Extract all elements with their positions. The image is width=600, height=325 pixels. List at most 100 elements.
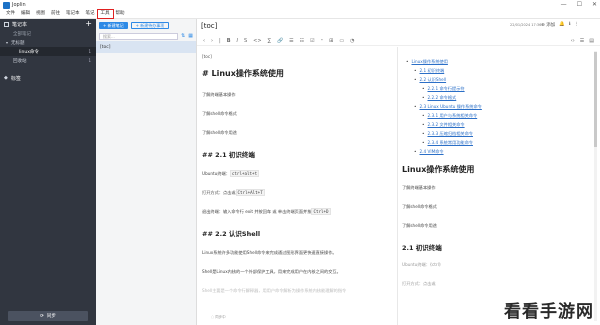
add-icon[interactable]: ⊕ 添加 (541, 22, 555, 28)
split-view-icon[interactable]: ☰ (580, 38, 584, 44)
inline-code: ctrl+alt+t (229, 170, 260, 177)
link-icon[interactable]: 🔗 (277, 38, 283, 44)
preview-paragraph: 了解shell命令格式 (402, 204, 437, 209)
calendar-icon[interactable]: ▦ (188, 33, 193, 39)
app-logo-icon (3, 1, 10, 9)
sort-icon[interactable]: ⇅ (181, 33, 185, 39)
code-icon[interactable]: <> (253, 38, 261, 44)
editor-tools: ⊕ 添加 🔔 ℹ ⋮ (541, 22, 579, 28)
menu-notebook[interactable]: 笔记本 (63, 10, 83, 18)
md-line: ## 2.1 初识终端 (202, 149, 397, 159)
md-line: 退出终端：输入命令行 exit 并按回车 或 单击终端页面并按 Ctrl+D (202, 208, 397, 215)
markdown-pane[interactable]: [toc] # Linux操作系统使用 了解终端基本操作 了解shell命令格式 了解… (197, 47, 397, 325)
preview-paragraph: 打开方式：点击或 (402, 281, 436, 286)
sidebar-item-linux[interactable]: linux命令 1 (0, 47, 96, 56)
preview-heading-1: Linux操作系统使用 (402, 165, 475, 174)
md-line: 了解shell命令用途 (202, 130, 397, 136)
sidebar-item-label: 回收站 (13, 58, 27, 64)
back-icon[interactable]: ‹ (203, 38, 205, 44)
title-bar: Joplin — ☐ ✕ (0, 0, 600, 10)
md-text: 了解终端基本操作 (202, 92, 236, 97)
note-count-badge: 1 (88, 58, 91, 63)
toc-link[interactable]: 2.4 VIM命令 (402, 147, 592, 156)
md-line: 了解shell命令格式 (202, 111, 397, 117)
bulleted-list-icon[interactable]: ☰ (289, 38, 293, 44)
menu-tools[interactable]: 工具 (96, 9, 114, 19)
sidebar-item-untitled[interactable]: ▾ 无标题 (0, 38, 96, 47)
new-todo-button[interactable]: + 新建待办事项 (130, 21, 170, 29)
math-icon[interactable]: ∑ (268, 38, 271, 44)
heading-icon[interactable]: ⁃ (321, 38, 324, 44)
more-icon[interactable]: ⋮ (575, 22, 580, 28)
new-note-label: 新建笔记 (107, 22, 124, 28)
maximize-icon[interactable]: ☐ (577, 1, 582, 8)
toc-link[interactable]: 2.1 初识终端 (402, 66, 592, 75)
sidebar-item-trash[interactable]: 回收站 1 (0, 56, 96, 65)
menu-go[interactable]: 前往 (48, 10, 63, 18)
toc-link[interactable]: 2.2.1 命令行提示符 (402, 84, 592, 93)
numbered-list-icon[interactable]: ☷ (300, 38, 304, 44)
menu-edit[interactable]: 编辑 (18, 10, 33, 18)
italic-icon[interactable]: I (237, 38, 238, 44)
toc-link[interactable]: 2.3.2 文件相关命令 (402, 120, 592, 129)
preview-paragraph: Ubuntu终端：《ctrl》 (402, 262, 443, 267)
minimize-icon[interactable]: — (561, 1, 567, 8)
app-title: Joplin (12, 2, 26, 8)
toc-link[interactable]: 2.3 Linux Ubuntu 操作系统命令 (402, 102, 592, 111)
inline-code: Ctrl+Alt+T (235, 189, 265, 196)
toc-link[interactable]: 2.2 认识Shell (402, 75, 592, 84)
md-line: # Linux操作系统使用 (202, 68, 397, 79)
new-todo-label: 新建待办事项 (140, 22, 165, 28)
horizontal-rule-icon[interactable]: ▭ (339, 38, 344, 44)
toc-link[interactable]: 2.3.3 压缩归档相关命令 (402, 129, 592, 138)
notebook-icon (4, 21, 9, 27)
toc-link[interactable]: 2.2.2 命令格式 (402, 93, 592, 102)
tags-header[interactable]: ◆ 标签 (0, 73, 96, 83)
sidebar-item-all-notes[interactable]: 全部笔记 (0, 29, 96, 38)
table-icon[interactable]: ⊞ (329, 38, 333, 44)
new-note-button[interactable]: + 新建笔记 (99, 21, 128, 29)
menu-view[interactable]: 视图 (33, 10, 48, 18)
checkbox-list-icon[interactable]: ☑ (310, 38, 314, 44)
info-icon[interactable]: ℹ (569, 22, 571, 28)
note-title-field[interactable]: [toc] (201, 22, 217, 30)
bell-icon[interactable]: 🔔 (559, 22, 565, 28)
tag-icon: ◆ (4, 75, 8, 81)
notebooks-header[interactable]: 笔记本 + (0, 19, 96, 29)
clock-icon[interactable]: ◔ (350, 38, 354, 44)
close-icon[interactable]: ✕ (592, 1, 597, 8)
menu-help[interactable]: 帮助 (113, 10, 128, 18)
md-text: ## 2.1 初识终端 (202, 151, 255, 159)
search-input[interactable]: 搜索... (99, 32, 179, 40)
note-date: 22/01/2024 17:36 (510, 23, 542, 27)
code-view-icon[interactable]: ‹› (571, 38, 575, 44)
bold-icon[interactable]: B (227, 38, 231, 44)
add-notebook-icon[interactable]: + (85, 20, 92, 28)
sync-button[interactable]: ⟳ 同步 (8, 311, 88, 321)
preview-icon[interactable]: ▤ (589, 38, 594, 44)
md-line: 了解终端基本操作 (202, 92, 397, 98)
toc-link[interactable]: 2.3.4 系统常用功能命令 (402, 138, 592, 147)
sidebar-item-label: 无标题 (11, 40, 25, 46)
editor: [toc] 22/01/2024 17:36 ⊕ 添加 🔔 ℹ ⋮ ‹ › | … (197, 19, 600, 325)
list-item[interactable]: [toc] (96, 41, 196, 53)
md-text: ## 2.2 认识Shell (202, 230, 261, 238)
md-text: 退出终端：输入命令行 exit 并按回车 或 单击终端页面并按 (202, 209, 312, 214)
toc-link[interactable]: 2.3.1 用户与系统相关命令 (402, 111, 592, 120)
preview-paragraph: 了解shell命令用途 (402, 223, 437, 228)
forward-icon[interactable]: › (211, 38, 213, 44)
sidebar-item-label: linux命令 (19, 49, 39, 55)
scrollbar-thumb[interactable] (594, 52, 597, 147)
pane-divider[interactable] (397, 47, 398, 325)
toc-link[interactable]: Linux操作系统使用 (402, 57, 592, 66)
md-line: Shell是Linux内核的一个外部保护工具，用来完成用户在内核之间的交互。 (202, 269, 397, 275)
menu-file[interactable]: 文件 (3, 10, 18, 18)
note-title: [toc] (100, 44, 111, 50)
md-text: # Linux操作系统使用 (202, 69, 284, 78)
preview-paragraph: 了解终端基本操作 (402, 185, 436, 190)
status-text: ◌ 同步中 (211, 315, 226, 319)
menu-note[interactable]: 笔记 (83, 10, 98, 18)
md-text: 了解shell命令格式 (202, 111, 237, 116)
sync-icon: ⟳ (40, 313, 44, 319)
strikethrough-icon[interactable]: S (244, 38, 247, 44)
